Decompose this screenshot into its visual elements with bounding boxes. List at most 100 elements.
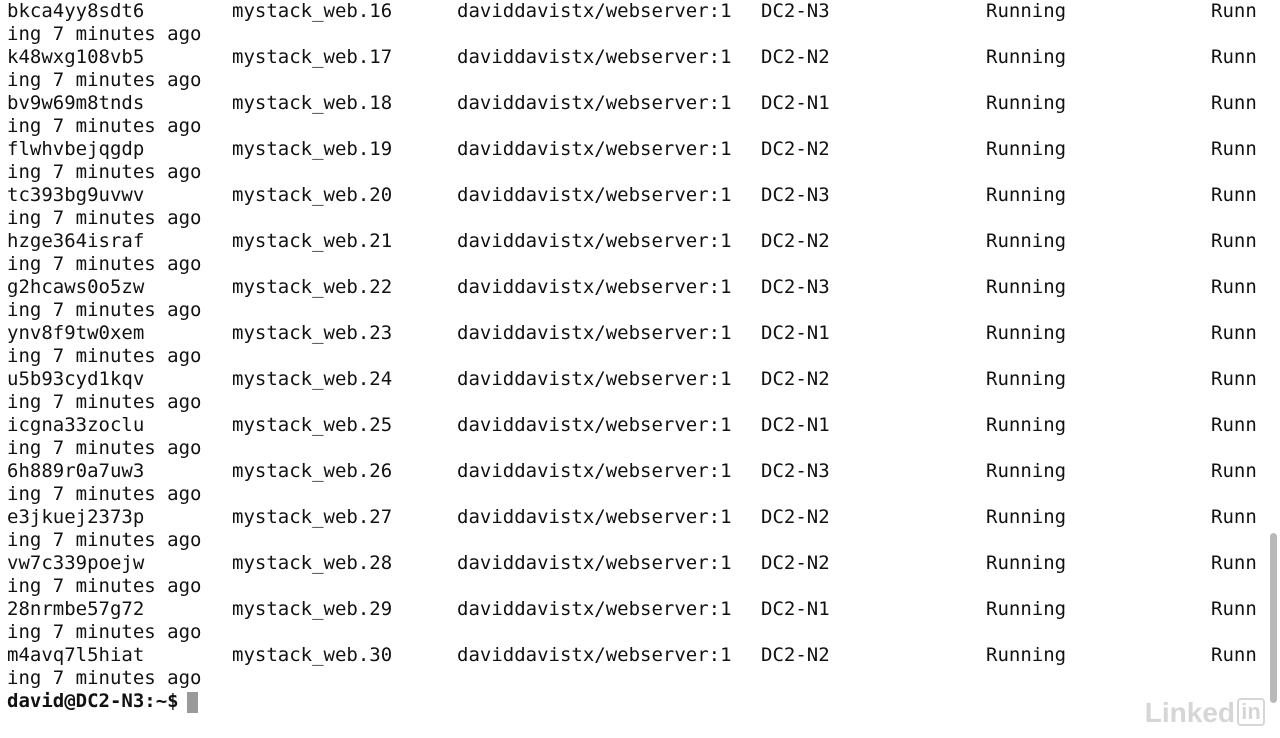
- task-current-state-wrap: ing 7 minutes ago: [7, 69, 202, 91]
- task-row: 6h889r0a7uw3 mystack_web.26 daviddavistx/w…: [0, 460, 1266, 506]
- task-current-state: Runn: [1211, 460, 1257, 482]
- task-current-state: Runn: [1211, 138, 1257, 160]
- task-row: bkca4yy8sdt6 mystack_web.16 daviddavistx/w…: [0, 0, 1266, 46]
- task-wrap-line: ing 7 minutes ago: [0, 529, 1266, 552]
- task-desired-state: Running: [986, 414, 1067, 436]
- task-image: daviddavistx/webserver:1: [457, 368, 732, 390]
- task-id: ynv8f9tw0xem: [7, 322, 145, 344]
- task-row: m4avq7l5hiat mystack_web.30 daviddavistx/w…: [0, 644, 1266, 690]
- task-name: mystack_web.23: [232, 322, 393, 344]
- terminal-output: bkca4yy8sdt6 mystack_web.16 daviddavistx/w…: [0, 0, 1266, 713]
- task-current-state-wrap: ing 7 minutes ago: [7, 391, 202, 413]
- task-id: tc393bg9uvwv: [7, 184, 145, 206]
- task-desired-state: Running: [986, 92, 1067, 114]
- task-wrap-line: ing 7 minutes ago: [0, 115, 1266, 138]
- task-current-state: Runn: [1211, 92, 1257, 114]
- task-current-state: Runn: [1211, 276, 1257, 298]
- task-image: daviddavistx/webserver:1: [457, 92, 732, 114]
- task-id: e3jkuej2373p: [7, 506, 145, 528]
- task-current-state: Runn: [1211, 184, 1257, 206]
- task-image: daviddavistx/webserver:1: [457, 598, 732, 620]
- task-image: daviddavistx/webserver:1: [457, 0, 732, 22]
- task-line: m4avq7l5hiat mystack_web.30 daviddavistx/w…: [0, 644, 1266, 667]
- task-id: u5b93cyd1kqv: [7, 368, 145, 390]
- task-current-state-wrap: ing 7 minutes ago: [7, 299, 202, 321]
- task-wrap-line: ing 7 minutes ago: [0, 345, 1266, 368]
- task-node: DC2-N2: [761, 138, 830, 160]
- task-line: 6h889r0a7uw3 mystack_web.26 daviddavistx/w…: [0, 460, 1266, 483]
- task-current-state: Runn: [1211, 506, 1257, 528]
- task-image: daviddavistx/webserver:1: [457, 230, 732, 252]
- task-image: daviddavistx/webserver:1: [457, 138, 732, 160]
- task-desired-state: Running: [986, 138, 1067, 160]
- task-desired-state: Running: [986, 322, 1067, 344]
- task-current-state: Runn: [1211, 322, 1257, 344]
- task-wrap-line: ing 7 minutes ago: [0, 437, 1266, 460]
- task-name: mystack_web.27: [232, 506, 393, 528]
- task-wrap-line: ing 7 minutes ago: [0, 207, 1266, 230]
- task-current-state-wrap: ing 7 minutes ago: [7, 667, 202, 689]
- task-name: mystack_web.25: [232, 414, 393, 436]
- task-row: tc393bg9uvwv mystack_web.20 daviddavistx/w…: [0, 184, 1266, 230]
- task-name: mystack_web.18: [232, 92, 393, 114]
- task-image: daviddavistx/webserver:1: [457, 644, 732, 666]
- scrollbar[interactable]: [1266, 0, 1280, 738]
- task-wrap-line: ing 7 minutes ago: [0, 161, 1266, 184]
- prompt-line[interactable]: david@DC2-N3:~$: [0, 690, 1266, 713]
- task-node: DC2-N2: [761, 506, 830, 528]
- task-name: mystack_web.28: [232, 552, 393, 574]
- task-current-state: Runn: [1211, 368, 1257, 390]
- task-id: g2hcaws0o5zw: [7, 276, 145, 298]
- task-desired-state: Running: [986, 506, 1067, 528]
- task-id: 28nrmbe57g72: [7, 598, 145, 620]
- task-line: tc393bg9uvwv mystack_web.20 daviddavistx/w…: [0, 184, 1266, 207]
- watermark-in-box: in: [1237, 698, 1265, 726]
- task-name: mystack_web.21: [232, 230, 393, 252]
- task-id: vw7c339poejw: [7, 552, 145, 574]
- task-wrap-line: ing 7 minutes ago: [0, 299, 1266, 322]
- task-node: DC2-N3: [761, 460, 830, 482]
- task-current-state: Runn: [1211, 230, 1257, 252]
- task-desired-state: Running: [986, 368, 1067, 390]
- task-node: DC2-N1: [761, 322, 830, 344]
- task-current-state-wrap: ing 7 minutes ago: [7, 621, 202, 643]
- task-node: DC2-N2: [761, 552, 830, 574]
- task-id: icgna33zoclu: [7, 414, 145, 436]
- shell-prompt: david@DC2-N3:~$: [7, 690, 179, 712]
- task-id: 6h889r0a7uw3: [7, 460, 145, 482]
- task-current-state: Runn: [1211, 598, 1257, 620]
- task-image: daviddavistx/webserver:1: [457, 322, 732, 344]
- task-current-state: Runn: [1211, 644, 1257, 666]
- task-node: DC2-N1: [761, 92, 830, 114]
- task-name: mystack_web.16: [232, 0, 393, 22]
- task-line: e3jkuej2373p mystack_web.27 daviddavistx/w…: [0, 506, 1266, 529]
- task-desired-state: Running: [986, 0, 1067, 22]
- task-name: mystack_web.29: [232, 598, 393, 620]
- scrollbar-thumb[interactable]: [1270, 533, 1277, 703]
- task-node: DC2-N2: [761, 46, 830, 68]
- task-id: k48wxg108vb5: [7, 46, 145, 68]
- task-row: u5b93cyd1kqv mystack_web.24 daviddavistx/w…: [0, 368, 1266, 414]
- task-wrap-line: ing 7 minutes ago: [0, 621, 1266, 644]
- task-id: m4avq7l5hiat: [7, 644, 145, 666]
- task-image: daviddavistx/webserver:1: [457, 46, 732, 68]
- task-row: e3jkuej2373p mystack_web.27 daviddavistx/w…: [0, 506, 1266, 552]
- terminal-window[interactable]: bkca4yy8sdt6 mystack_web.16 daviddavistx/w…: [0, 0, 1280, 738]
- task-name: mystack_web.17: [232, 46, 393, 68]
- task-id: bv9w69m8tnds: [7, 92, 145, 114]
- task-wrap-line: ing 7 minutes ago: [0, 483, 1266, 506]
- task-node: DC2-N1: [761, 414, 830, 436]
- task-node: DC2-N3: [761, 184, 830, 206]
- task-current-state-wrap: ing 7 minutes ago: [7, 207, 202, 229]
- task-line: icgna33zoclu mystack_web.25 daviddavistx/w…: [0, 414, 1266, 437]
- task-node: DC2-N3: [761, 276, 830, 298]
- task-desired-state: Running: [986, 230, 1067, 252]
- task-row: ynv8f9tw0xem mystack_web.23 daviddavistx/w…: [0, 322, 1266, 368]
- task-name: mystack_web.19: [232, 138, 393, 160]
- task-line: ynv8f9tw0xem mystack_web.23 daviddavistx/w…: [0, 322, 1266, 345]
- task-row: vw7c339poejw mystack_web.28 daviddavistx/w…: [0, 552, 1266, 598]
- task-node: DC2-N2: [761, 230, 830, 252]
- task-name: mystack_web.24: [232, 368, 393, 390]
- task-line: 28nrmbe57g72 mystack_web.29 daviddavistx/w…: [0, 598, 1266, 621]
- task-node: DC2-N2: [761, 368, 830, 390]
